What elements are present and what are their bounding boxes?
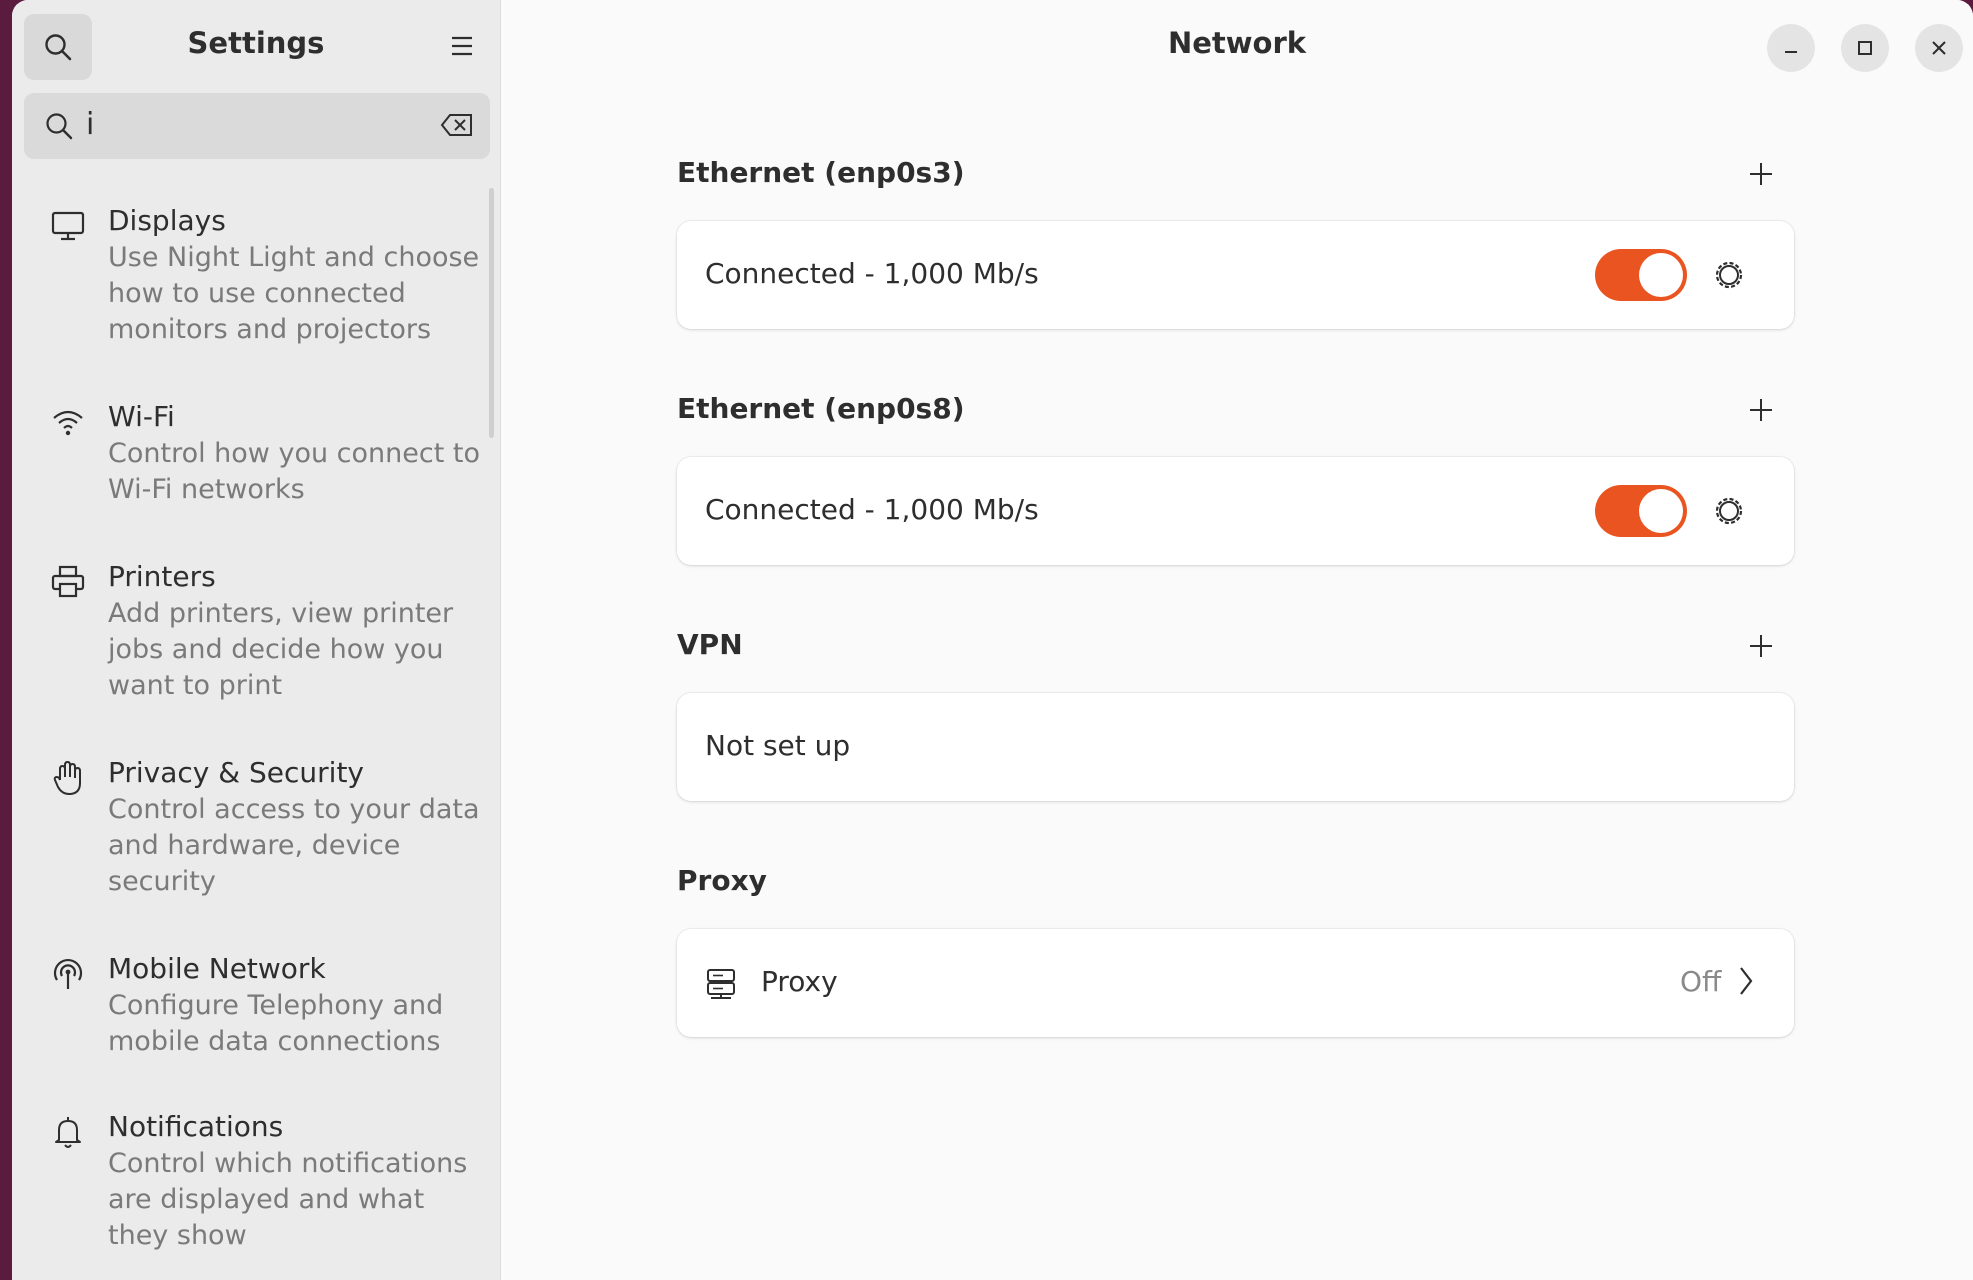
section-title-ethernet-enp0s8: Ethernet (enp0s8) (677, 392, 965, 425)
main-menu-button[interactable] (432, 18, 492, 74)
hamburger-menu-icon (452, 36, 472, 56)
ethernet-enp0s3-row: Connected - 1,000 Mb/s (677, 221, 1794, 329)
add-vpn-button[interactable] (1741, 626, 1781, 666)
plus-icon (1750, 163, 1772, 185)
search-input-value: i (86, 107, 95, 142)
hand-icon (53, 761, 81, 795)
wifi-icon (53, 410, 83, 436)
sidebar-item-title: Privacy & Security (108, 756, 364, 789)
minimize-icon (1785, 51, 1797, 53)
vpn-row: Not set up (677, 693, 1794, 801)
connection-status: Connected - 1,000 Mb/s (705, 257, 1039, 290)
minimize-button[interactable] (1767, 24, 1815, 72)
settings-window: Settings i Displays Use Night Light and … (12, 0, 1973, 1280)
proxy-row[interactable]: Proxy Off (677, 929, 1794, 1037)
display-icon (51, 211, 85, 241)
maximize-icon (1858, 41, 1872, 55)
sidebar-item-description: Control which notifications are displaye… (108, 1148, 468, 1251)
sidebar-item-description: Use Night Light and choose how to use co… (108, 242, 480, 345)
proxy-value: Off (1680, 965, 1722, 998)
ethernet-enp0s8-toggle[interactable] (1595, 485, 1687, 537)
search-input[interactable]: i (24, 93, 490, 159)
proxy-server-icon (707, 969, 735, 999)
vpn-status: Not set up (705, 729, 851, 762)
sidebar-item-printers[interactable]: Printers Add printers, view printer jobs… (12, 546, 500, 716)
sidebar: Settings i Displays Use Night Light and … (12, 0, 501, 1280)
sidebar-item-description: Configure Telephony and mobile data conn… (108, 990, 444, 1057)
sidebar-item-notifications[interactable]: Notifications Control which notification… (12, 1096, 500, 1266)
proxy-label: Proxy (761, 965, 838, 998)
network-panel: Network Ethernet (enp0s3) Connected - 1,… (501, 0, 1973, 1280)
sidebar-item-privacy-security[interactable]: Privacy & Security Control access to you… (12, 742, 500, 912)
maximize-button[interactable] (1841, 24, 1889, 72)
search-icon (46, 113, 73, 140)
gear-icon (1715, 261, 1743, 289)
antenna-icon (53, 959, 83, 989)
ethernet-enp0s8-row: Connected - 1,000 Mb/s (677, 457, 1794, 565)
sidebar-item-wifi[interactable]: Wi-Fi Control how you connect to Wi-Fi n… (12, 386, 500, 516)
close-button[interactable] (1915, 24, 1963, 72)
sidebar-item-title: Displays (108, 204, 226, 237)
section-title-ethernet-enp0s3: Ethernet (enp0s3) (677, 156, 965, 189)
sidebar-item-description: Control how you connect to Wi-Fi network… (108, 438, 480, 505)
sidebar-item-title: Notifications (108, 1110, 284, 1143)
sidebar-item-title: Wi-Fi (108, 400, 175, 433)
printer-icon (51, 565, 85, 598)
sidebar-item-mobile-network[interactable]: Mobile Network Configure Telephony and m… (12, 938, 500, 1068)
toggle-knob (1639, 253, 1683, 297)
ethernet-enp0s3-settings-button[interactable] (1707, 253, 1751, 297)
gear-icon (1715, 497, 1743, 525)
sidebar-item-displays[interactable]: Displays Use Night Light and choose how … (12, 190, 500, 360)
sidebar-item-description: Control access to your data and hardware… (108, 794, 480, 897)
clear-search-icon[interactable] (440, 113, 474, 137)
section-title-vpn: VPN (677, 628, 743, 661)
chevron-right-icon (1740, 967, 1753, 995)
add-ethernet-enp0s8-button[interactable] (1741, 390, 1781, 430)
plus-icon (1750, 399, 1772, 421)
sidebar-item-description: Add printers, view printer jobs and deci… (108, 598, 454, 701)
add-ethernet-enp0s3-button[interactable] (1741, 154, 1781, 194)
sidebar-item-title: Mobile Network (108, 952, 326, 985)
connection-status: Connected - 1,000 Mb/s (705, 493, 1039, 526)
page-title: Network (1167, 26, 1307, 60)
ethernet-enp0s3-toggle[interactable] (1595, 249, 1687, 301)
section-title-proxy: Proxy (677, 864, 767, 897)
sidebar-item-title: Printers (108, 560, 216, 593)
toggle-knob (1639, 489, 1683, 533)
close-icon (1932, 41, 1946, 55)
plus-icon (1750, 635, 1772, 657)
sidebar-title: Settings (187, 26, 325, 60)
ethernet-enp0s8-settings-button[interactable] (1707, 489, 1751, 533)
bell-icon (55, 1117, 81, 1148)
